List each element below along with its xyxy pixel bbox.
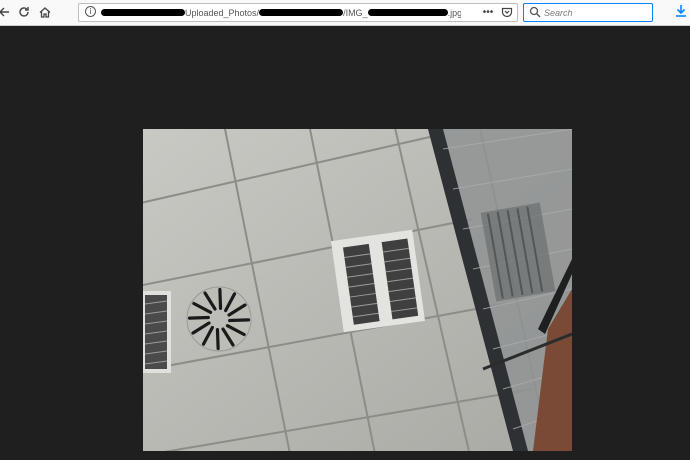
pocket-icon[interactable]: [500, 6, 514, 20]
back-arrow-icon[interactable]: [0, 4, 12, 20]
home-icon[interactable]: [37, 4, 53, 20]
download-icon[interactable]: [674, 4, 690, 20]
info-icon[interactable]: i: [85, 6, 96, 17]
search-input[interactable]: [544, 5, 648, 20]
browser-toolbar: i Uploaded_Photos/ /IMG_ .jpg •••: [0, 0, 690, 26]
photo-content: [143, 129, 572, 451]
url-segment-prefix: /IMG_: [343, 8, 368, 18]
url-text[interactable]: Uploaded_Photos/ /IMG_ .jpg: [101, 6, 461, 20]
url-segment-folder: Uploaded_Photos/: [185, 8, 260, 18]
ceiling-photo: [143, 129, 572, 451]
redacted-text: [367, 9, 448, 17]
search-icon: [529, 6, 541, 18]
url-segment-extension: .jpg: [447, 8, 461, 18]
ellipsis-icon[interactable]: •••: [481, 6, 495, 20]
search-bar[interactable]: [523, 3, 653, 22]
redacted-text: [101, 9, 185, 17]
reload-icon[interactable]: [16, 4, 32, 20]
image-viewer: [0, 26, 690, 460]
address-bar[interactable]: i Uploaded_Photos/ /IMG_ .jpg •••: [78, 3, 518, 22]
redacted-text: [259, 9, 344, 17]
